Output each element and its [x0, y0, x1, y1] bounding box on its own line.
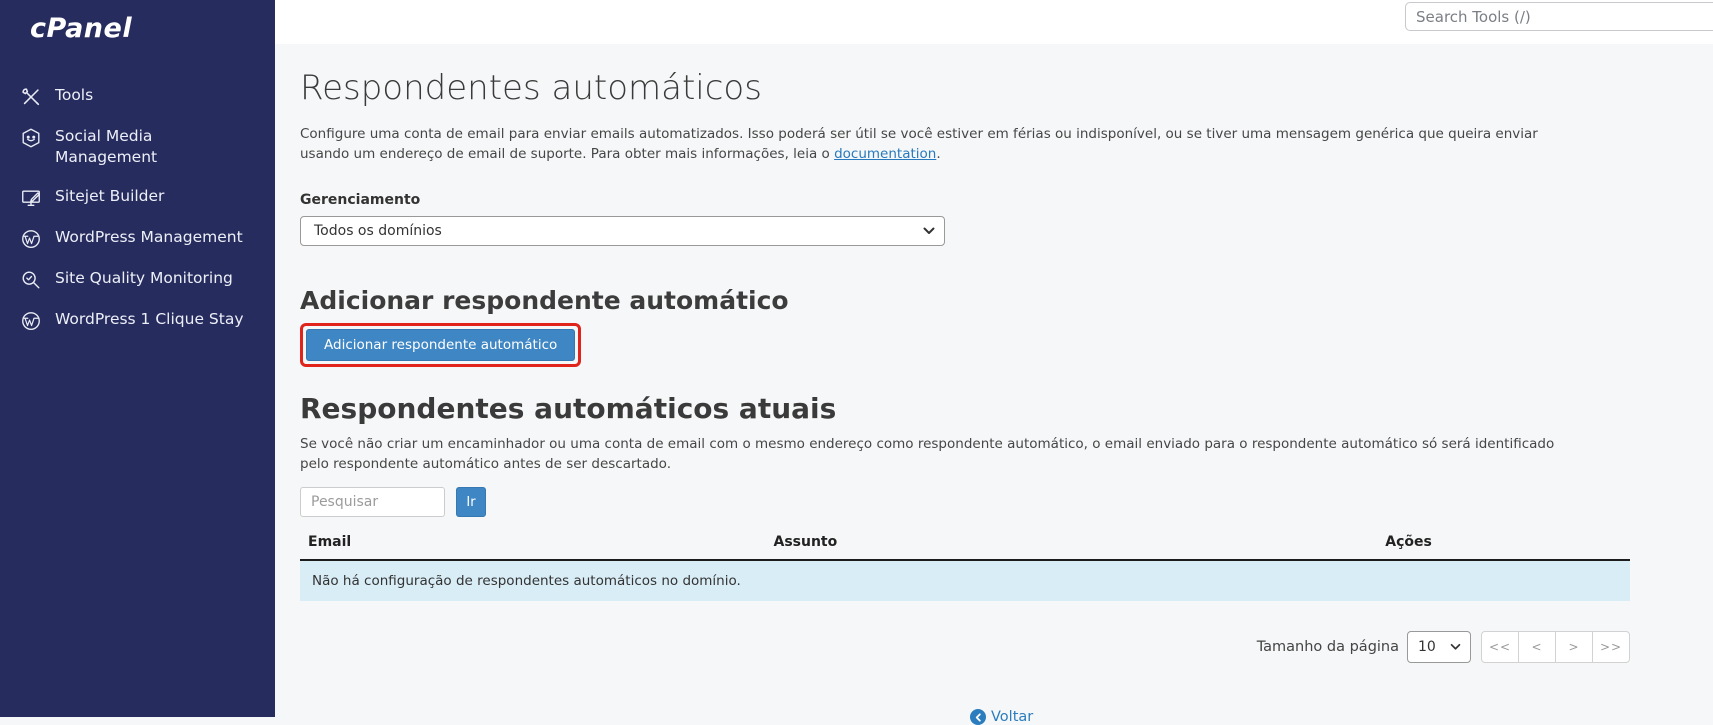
column-header-email: Email	[300, 529, 766, 560]
sidebar-item-wordpress-1-clique[interactable]: WordPress 1 Clique Stay	[0, 300, 275, 341]
domain-select-value: Todos os domínios	[314, 223, 442, 239]
sitejet-icon	[20, 187, 42, 209]
sidebar-item-sitejet[interactable]: Sitejet Builder	[0, 177, 275, 218]
next-page-button[interactable]: >	[1555, 631, 1593, 663]
sidebar-item-wordpress-management[interactable]: WordPress Management	[0, 218, 275, 259]
table-header-row: Email Assunto Ações	[300, 529, 1630, 560]
current-autoresponders-heading: Respondentes automáticos atuais	[300, 392, 1655, 425]
sidebar-item-social-media[interactable]: Social Media Management	[0, 117, 275, 177]
sidebar-item-label: WordPress 1 Clique Stay	[55, 309, 244, 330]
site-quality-icon	[20, 269, 42, 291]
go-button[interactable]: Ir	[456, 487, 486, 517]
column-header-assunto: Assunto	[766, 529, 1378, 560]
column-header-acoes: Ações	[1377, 529, 1630, 560]
page-title: Respondentes automáticos	[300, 68, 1655, 108]
cpanel-logo: cPanel	[0, 0, 275, 44]
sidebar-item-label: WordPress Management	[55, 227, 243, 248]
search-tools-input[interactable]	[1405, 2, 1713, 31]
previous-page-button[interactable]: <	[1518, 631, 1556, 663]
wordpress-icon	[20, 310, 42, 332]
table-search-row: Ir	[300, 487, 1655, 517]
autoresponders-table: Email Assunto Ações Não há configuração …	[300, 529, 1630, 601]
documentation-link[interactable]: documentation	[834, 146, 936, 162]
first-page-button[interactable]: <<	[1481, 631, 1519, 663]
sidebar-item-site-quality[interactable]: Site Quality Monitoring	[0, 259, 275, 300]
page-size-label: Tamanho da página	[1257, 639, 1399, 655]
social-media-icon	[20, 127, 42, 149]
back-link-label: Voltar	[991, 709, 1033, 725]
sidebar-item-label: Social Media Management	[55, 126, 259, 168]
page-size-value: 10	[1418, 639, 1436, 655]
pager-button-group: << < > >>	[1481, 631, 1630, 663]
chevron-down-icon	[923, 227, 935, 235]
last-page-button[interactable]: >>	[1592, 631, 1630, 663]
chevron-down-icon	[1450, 644, 1461, 651]
sidebar-nav: Tools Social Media Management	[0, 76, 275, 341]
topbar	[275, 0, 1713, 44]
table-empty-row: Não há configuração de respondentes auto…	[300, 560, 1630, 601]
management-label: Gerenciamento	[300, 192, 1655, 208]
sidebar-item-label: Sitejet Builder	[55, 186, 164, 207]
wordpress-icon	[20, 228, 42, 250]
sidebar: cPanel Tools Soc	[0, 0, 275, 717]
page-size-select[interactable]: 10	[1407, 631, 1471, 663]
main-content: Respondentes automáticos Configure uma c…	[275, 44, 1713, 717]
current-autoresponders-description: Se você não criar um encaminhador ou uma…	[300, 434, 1565, 475]
red-highlight-annotation: Adicionar respondente automático	[300, 323, 581, 367]
sidebar-item-label: Tools	[55, 85, 93, 106]
add-autoresponder-heading: Adicionar respondente automático	[300, 286, 1655, 315]
table-search-input[interactable]	[300, 487, 445, 517]
sidebar-item-tools[interactable]: Tools	[0, 76, 275, 117]
sidebar-item-label: Site Quality Monitoring	[55, 268, 233, 289]
back-link[interactable]: Voltar	[970, 709, 1033, 725]
intro-text: Configure uma conta de email para enviar…	[300, 124, 1590, 165]
back-arrow-icon	[970, 709, 986, 725]
intro-text-suffix: .	[936, 146, 940, 162]
empty-message: Não há configuração de respondentes auto…	[300, 560, 1630, 601]
pagination: Tamanho da página 10 << < > >>	[300, 631, 1630, 663]
tools-icon	[20, 86, 42, 108]
add-autoresponder-button[interactable]: Adicionar respondente automático	[306, 329, 575, 361]
domain-select[interactable]: Todos os domínios	[300, 216, 945, 246]
